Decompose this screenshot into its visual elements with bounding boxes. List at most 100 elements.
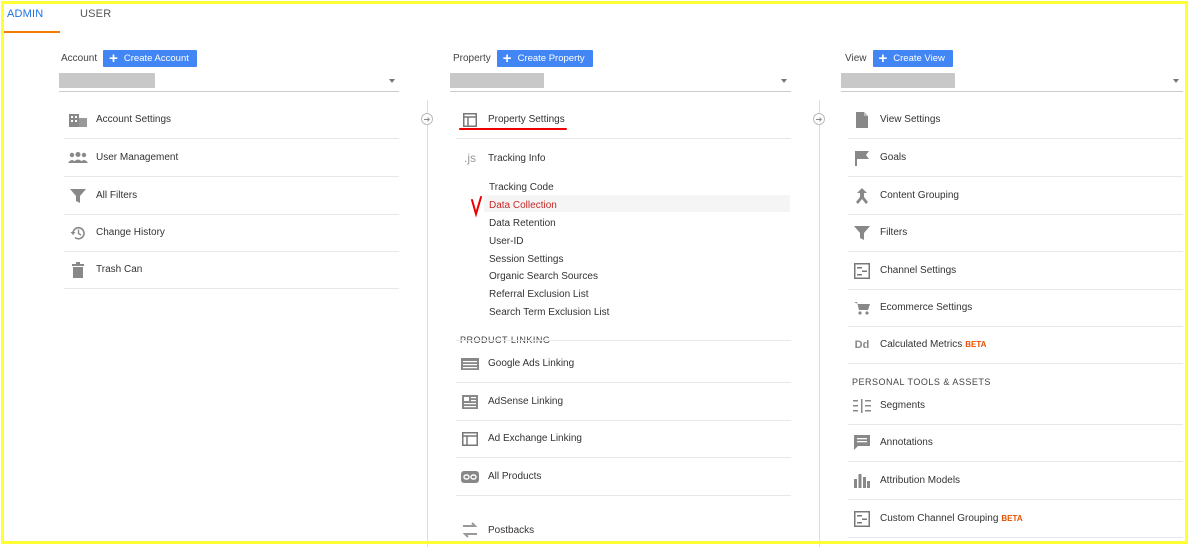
active-tab-indicator [4, 31, 60, 33]
create-view-button[interactable]: + Create View [872, 49, 953, 67]
data-collection-link[interactable]: Data Collection [489, 200, 557, 211]
referral-exclusion-list-link[interactable]: Referral Exclusion List [489, 289, 588, 300]
user-management-label: User Management [96, 152, 179, 163]
ad-exchange-linking-label: Ad Exchange Linking [488, 433, 582, 444]
attribution-models-label: Attribution Models [880, 475, 961, 486]
adsense-icon [460, 394, 480, 410]
create-account-label: Create Account [123, 52, 189, 64]
tab-user[interactable]: USER [80, 8, 111, 20]
filter-icon [68, 188, 88, 204]
custom-channel-grouping-label: Custom Channel Grouping [880, 513, 999, 524]
beta-badge: BETA [965, 340, 987, 349]
redacted-view-name [841, 73, 955, 88]
custom-channel-grouping-item[interactable]: Custom Channel Grouping BETA [848, 500, 1183, 538]
arrow-right-icon: ➔ [421, 113, 433, 125]
building-icon [68, 112, 88, 128]
beta-badge: BETA [1001, 514, 1023, 523]
divider [456, 340, 791, 341]
tracking-info-label: Tracking Info [488, 152, 546, 164]
postbacks-icon [460, 522, 480, 538]
google-ads-linking-item[interactable]: Google Ads Linking [456, 345, 791, 383]
calculated-metrics-item[interactable]: Dd Calculated Metrics BETA [848, 326, 1183, 364]
all-products-item[interactable]: All Products [456, 458, 791, 496]
property-settings-label: Property Settings [488, 114, 565, 125]
property-label: Property [453, 52, 491, 64]
tracking-code-link[interactable]: Tracking Code [489, 182, 554, 193]
checkmark-annotation-icon [471, 196, 482, 218]
attribution-models-item[interactable]: Attribution Models [848, 462, 1183, 500]
create-view-label: Create View [893, 52, 945, 64]
adsense-linking-label: AdSense Linking [488, 396, 564, 407]
all-filters-item[interactable]: All Filters [64, 177, 399, 215]
adsense-linking-item[interactable]: AdSense Linking [456, 383, 791, 421]
account-label: Account [61, 52, 98, 64]
account-settings-item[interactable]: Account Settings [64, 101, 399, 139]
segments-label: Segments [880, 400, 926, 411]
calculated-metrics-label: Calculated Metrics [880, 339, 963, 350]
user-management-item[interactable]: User Management [64, 139, 399, 177]
trash-can-item[interactable]: Trash Can [64, 251, 399, 289]
segments-item[interactable]: Segments [848, 387, 1183, 425]
goals-item[interactable]: Goals [848, 139, 1183, 177]
content-grouping-label: Content Grouping [880, 190, 959, 201]
tracking-info-item[interactable]: .js Tracking Info [456, 139, 791, 177]
content-grouping-item[interactable]: Content Grouping [848, 177, 1183, 215]
ecommerce-settings-item[interactable]: Ecommerce Settings [848, 289, 1183, 327]
segments-icon [852, 398, 872, 414]
goals-label: Goals [880, 152, 907, 163]
property-header: Property + Create Property [453, 48, 593, 68]
dd-icon: Dd [854, 338, 870, 351]
organic-search-sources-link[interactable]: Organic Search Sources [489, 271, 598, 282]
personal-tools-title: PERSONAL TOOLS & ASSETS [852, 377, 991, 387]
property-settings-item[interactable]: Property Settings [456, 101, 791, 139]
people-icon [68, 150, 88, 166]
link-icon [460, 469, 480, 485]
channel-settings-label: Channel Settings [880, 265, 957, 276]
data-retention-link[interactable]: Data Retention [489, 218, 556, 229]
view-label: View [845, 52, 867, 64]
ad-exchange-linking-item[interactable]: Ad Exchange Linking [456, 420, 791, 458]
chevron-down-icon [389, 79, 395, 83]
postbacks-item[interactable]: Postbacks [456, 511, 791, 547]
redacted-account-name [59, 73, 155, 88]
user-id-link[interactable]: User-ID [489, 236, 523, 247]
ads-icon [460, 356, 480, 372]
filters-item[interactable]: Filters [848, 214, 1183, 252]
view-header: View + Create View [845, 48, 953, 68]
view-settings-label: View Settings [880, 114, 941, 125]
cart-icon [852, 300, 872, 316]
annotations-label: Annotations [880, 437, 933, 448]
plus-icon: + [109, 49, 118, 67]
change-history-item[interactable]: Change History [64, 214, 399, 252]
filter-icon [852, 225, 872, 241]
channel-icon [852, 262, 872, 279]
property-selector[interactable] [450, 73, 791, 92]
column-divider [819, 100, 820, 547]
chevron-down-icon [781, 79, 787, 83]
grouping-icon [852, 187, 872, 204]
view-selector[interactable] [841, 73, 1183, 92]
change-history-label: Change History [96, 227, 165, 238]
js-icon: .js [464, 151, 476, 165]
search-term-exclusion-list-link[interactable]: Search Term Exclusion List [489, 307, 609, 318]
account-settings-label: Account Settings [96, 114, 172, 125]
chevron-down-icon [1173, 79, 1179, 83]
create-account-button[interactable]: + Create Account [103, 49, 197, 67]
flag-icon [852, 150, 872, 166]
filters-label: Filters [880, 227, 908, 238]
column-divider [427, 100, 428, 547]
admin-tabs: ADMIN USER [4, 4, 204, 33]
postbacks-label: Postbacks [488, 524, 535, 536]
channel-settings-item[interactable]: Channel Settings [848, 252, 1183, 290]
account-selector[interactable] [59, 73, 399, 92]
create-property-button[interactable]: + Create Property [496, 49, 593, 67]
view-settings-item[interactable]: View Settings [848, 101, 1183, 139]
tab-admin[interactable]: ADMIN [7, 8, 43, 20]
document-icon [852, 111, 872, 128]
all-products-label: All Products [488, 471, 542, 482]
redacted-property-name [450, 73, 544, 88]
annotations-item[interactable]: Annotations [848, 424, 1183, 462]
plus-icon: + [878, 49, 888, 67]
session-settings-link[interactable]: Session Settings [489, 254, 564, 265]
annotation-underline [459, 128, 567, 130]
